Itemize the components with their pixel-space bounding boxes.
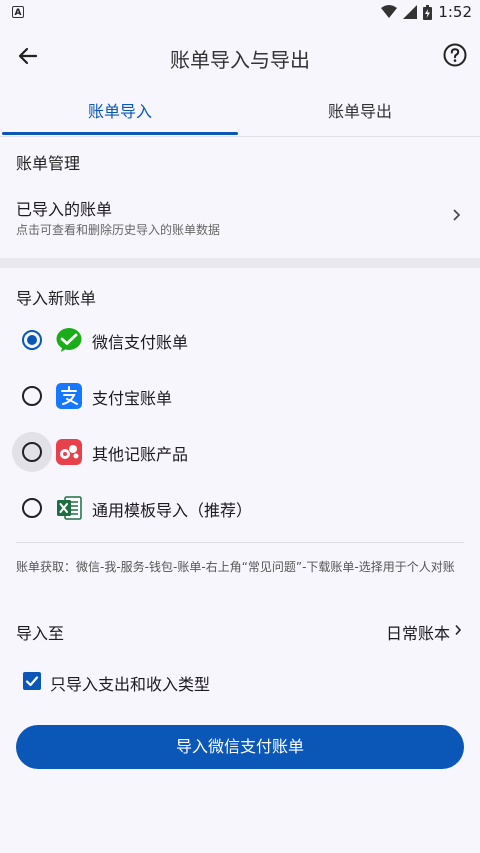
wechat-pay-icon	[56, 328, 82, 352]
radio-button[interactable]	[22, 330, 42, 350]
import-button[interactable]: 导入微信支付账单	[16, 725, 464, 769]
notification-icon: A	[12, 6, 24, 18]
alipay-icon	[56, 383, 82, 409]
chevron-right-icon	[453, 209, 461, 221]
import-to-label: 导入至	[16, 624, 65, 643]
section-divider	[0, 258, 480, 268]
tab-bar: 账单导入 账单导出	[0, 90, 480, 137]
tab-export[interactable]: 账单导出	[240, 90, 480, 134]
option-label: 其他记账产品	[92, 445, 189, 464]
imported-bills-title: 已导入的账单	[16, 200, 113, 219]
hint-text: 账单获取：微信-我-服务-钱包-账单-右上角“常见问题”-下载账单-选择用于个人…	[16, 560, 455, 574]
chevron-right-icon	[455, 624, 462, 636]
imported-bills-row[interactable]: 已导入的账单 点击可查看和删除历史导入的账单数据	[0, 188, 480, 248]
divider	[16, 542, 464, 543]
option-label: 支付宝账单	[92, 389, 173, 408]
signal-icon	[403, 5, 418, 19]
page-title: 账单导入与导出	[170, 48, 310, 72]
help-icon[interactable]	[442, 42, 468, 68]
option-other-bookkeeping[interactable]: 其他记账产品	[0, 427, 480, 477]
option-wechat-pay[interactable]: 微信支付账单	[0, 315, 480, 365]
tab-import[interactable]: 账单导入	[0, 90, 240, 134]
tab-indicator	[2, 132, 238, 135]
status-icons: 1:52	[381, 3, 472, 21]
radio-button[interactable]	[22, 498, 42, 518]
option-alipay[interactable]: 支付宝账单	[0, 371, 480, 421]
app-bar: 账单导入与导出	[0, 28, 480, 84]
import-to-value: 日常账本	[385, 624, 450, 643]
battery-icon	[423, 4, 433, 20]
option-template[interactable]: 通用模板导入（推荐）	[0, 483, 480, 533]
checkbox[interactable]	[23, 672, 41, 690]
checkbox-label: 只导入支出和收入类型	[50, 675, 211, 694]
option-label: 通用模板导入（推荐）	[92, 501, 253, 520]
status-bar: A 1:52	[0, 0, 480, 26]
import-to-row[interactable]: 导入至 日常账本	[0, 612, 480, 648]
radio-button[interactable]	[22, 386, 42, 406]
other-bookkeeping-icon	[56, 439, 82, 465]
section-title-manage: 账单管理	[16, 154, 81, 173]
wifi-icon	[381, 5, 398, 18]
section-title-import-new: 导入新账单	[16, 289, 97, 308]
radio-button[interactable]	[22, 442, 42, 462]
option-label: 微信支付账单	[92, 333, 189, 352]
excel-icon	[57, 496, 82, 520]
clock: 1:52	[438, 3, 472, 21]
imported-bills-subtitle: 点击可查看和删除历史导入的账单数据	[16, 223, 221, 237]
check-icon	[25, 676, 39, 687]
only-expense-income-row[interactable]: 只导入支出和收入类型	[0, 667, 480, 697]
